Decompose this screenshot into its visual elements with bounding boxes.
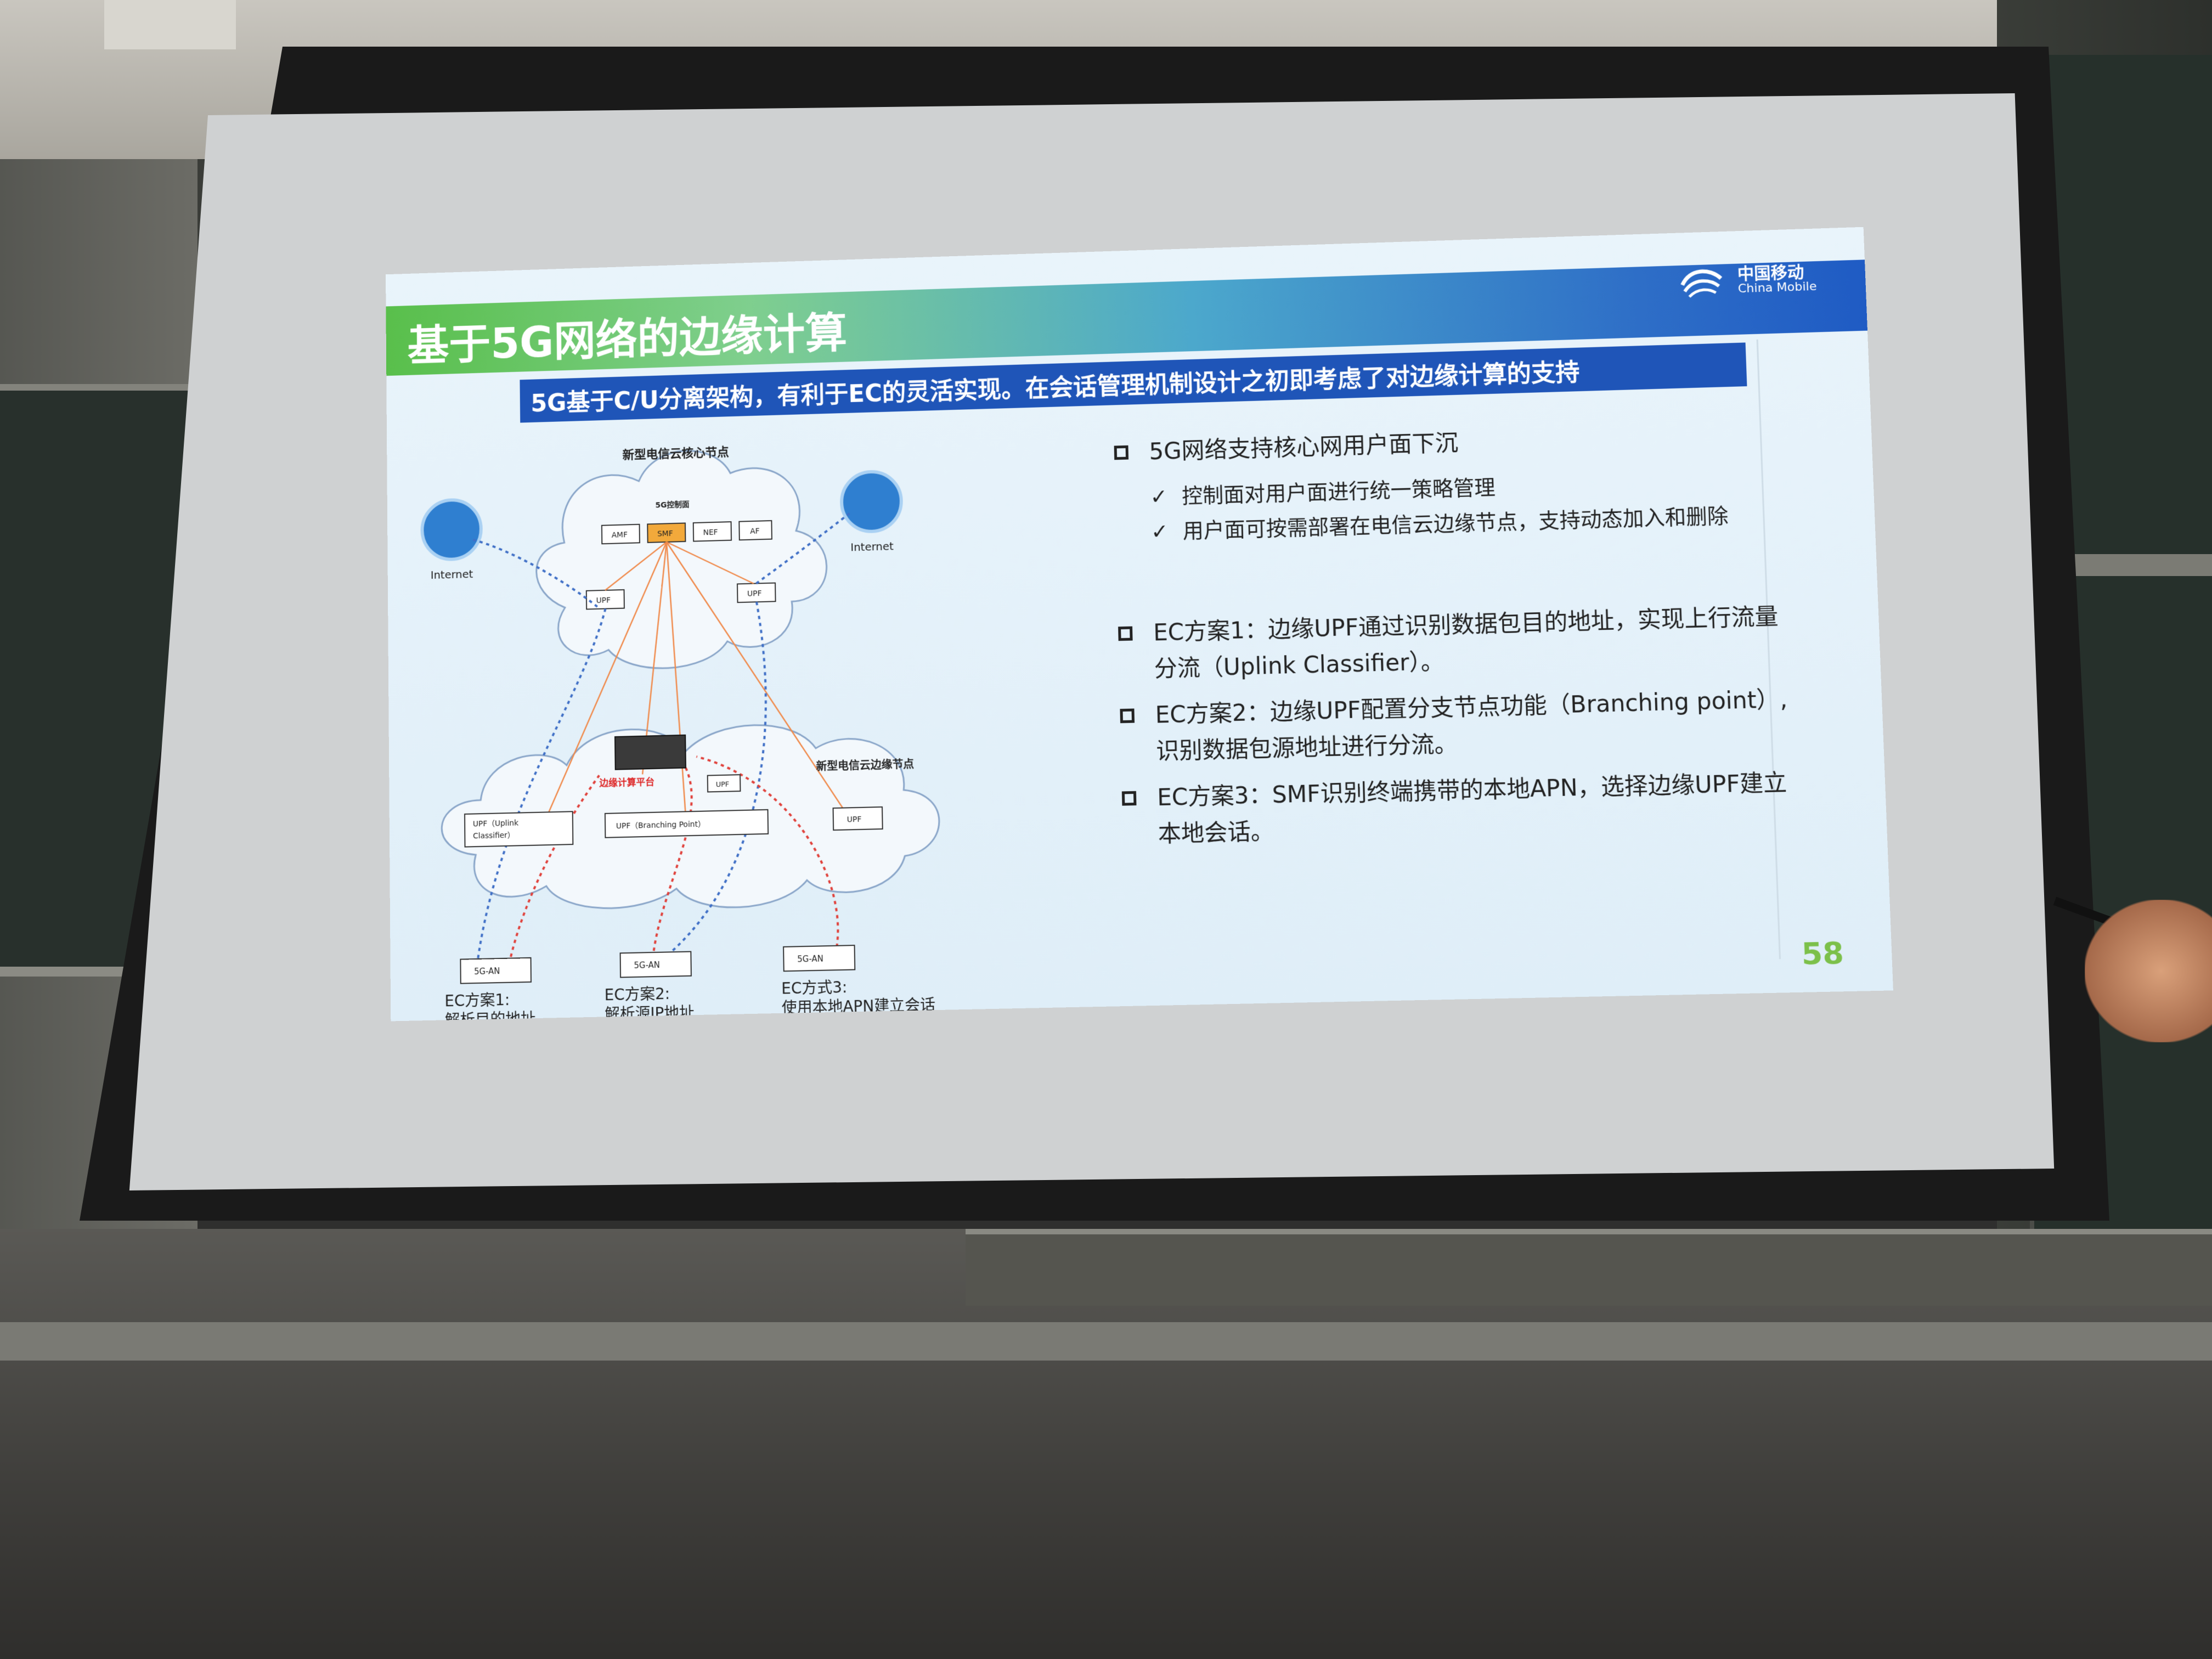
smf-label: SMF — [657, 529, 673, 539]
core-cloud — [535, 447, 828, 672]
core-upf-left-label: UPF — [596, 596, 611, 605]
checkbox-square-icon — [1114, 445, 1129, 460]
core-upf-right-label: UPF — [747, 589, 762, 599]
af-label: AF — [750, 527, 760, 535]
an-label-1: 5G-AN — [474, 967, 500, 977]
sub-bullet-1-text: 控制面对用户面进行统一策略管理 — [1181, 475, 1496, 509]
internet-globe-right — [841, 471, 902, 532]
internet-left-label: Internet — [431, 568, 473, 582]
bullet-4: EC方案3：SMF识别终端携带的本地APN，选择边缘UPF建立本地会话。 — [1117, 764, 1803, 853]
bullet-3: EC方案2：边缘UPF配置分支节点功能（Branching point）,识别数… — [1115, 681, 1799, 771]
upf-local-apn-label: UPF — [847, 815, 862, 825]
edge-upf-label: UPF — [716, 780, 730, 789]
lower-board — [966, 1229, 2212, 1306]
air-conditioner — [104, 0, 236, 49]
presenter-hand — [2085, 900, 2212, 1042]
caption-1-line-1: EC方案1: — [444, 990, 510, 1010]
caption-2-line-1: EC方案2: — [605, 984, 670, 1004]
logo-en: China Mobile — [1737, 279, 1818, 296]
slide: 基于5G网络的边缘计算 中国移动 China Mobile 5G基于C/U分离架… — [386, 227, 1893, 1022]
amf-label: AMF — [612, 531, 628, 540]
bullet-1: 5G网络支持核心网用户面下沉 — [1109, 415, 1788, 471]
upf-uplink-classifier — [465, 811, 573, 847]
edge-platform-icon — [615, 735, 686, 770]
china-mobile-logo: 中国移动 China Mobile — [1676, 255, 1833, 303]
bullet-4-text: EC方案3：SMF识别终端携带的本地APN，选择边缘UPF建立本地会话。 — [1156, 769, 1788, 848]
bullet-3-text: EC方案2：边缘UPF配置分支节点功能（Branching point）,识别数… — [1155, 685, 1788, 765]
caption-3-line-1: EC方式3: — [781, 978, 848, 998]
control-plane-label: 5G控制面 — [655, 500, 689, 510]
upf-uplink-label-1: UPF（Uplink — [473, 819, 518, 828]
check-icon: ✓ — [1149, 484, 1168, 509]
bullet-1-text: 5G网络支持核心网用户面下沉 — [1149, 429, 1459, 465]
checkbox-square-icon — [1121, 791, 1137, 806]
network-diagram: 新型电信云核心节点 5G控制面 AMF SMF NEF AF UPF UPF I… — [403, 414, 1116, 1021]
checkbox-square-icon — [1118, 626, 1133, 641]
nef-label: NEF — [703, 528, 718, 538]
china-mobile-icon — [1676, 262, 1727, 301]
upf-uplink-label-2: Classifier） — [473, 831, 515, 840]
internet-right-label: Internet — [850, 540, 894, 554]
chalk-rail — [0, 1322, 2212, 1361]
edge-platform-label: 边缘计算平台 — [599, 776, 654, 789]
bullet-2-text: EC方案1：边缘UPF通过识别数据包目的地址，实现上行流量分流（Uplink C… — [1153, 602, 1779, 682]
an-label-3: 5G-AN — [797, 954, 823, 964]
internet-globe-left — [422, 499, 481, 560]
edge-cloud-label: 新型电信云边缘节点 — [816, 758, 914, 773]
check-icon: ✓ — [1150, 519, 1169, 544]
checkbox-square-icon — [1120, 708, 1135, 724]
an-label-2: 5G-AN — [634, 961, 659, 970]
bullet-list: 5G网络支持核心网用户面下沉 ✓ 控制面对用户面进行统一策略管理 ✓ 用户面可按… — [1109, 415, 1803, 864]
page-number: 58 — [1801, 935, 1845, 972]
